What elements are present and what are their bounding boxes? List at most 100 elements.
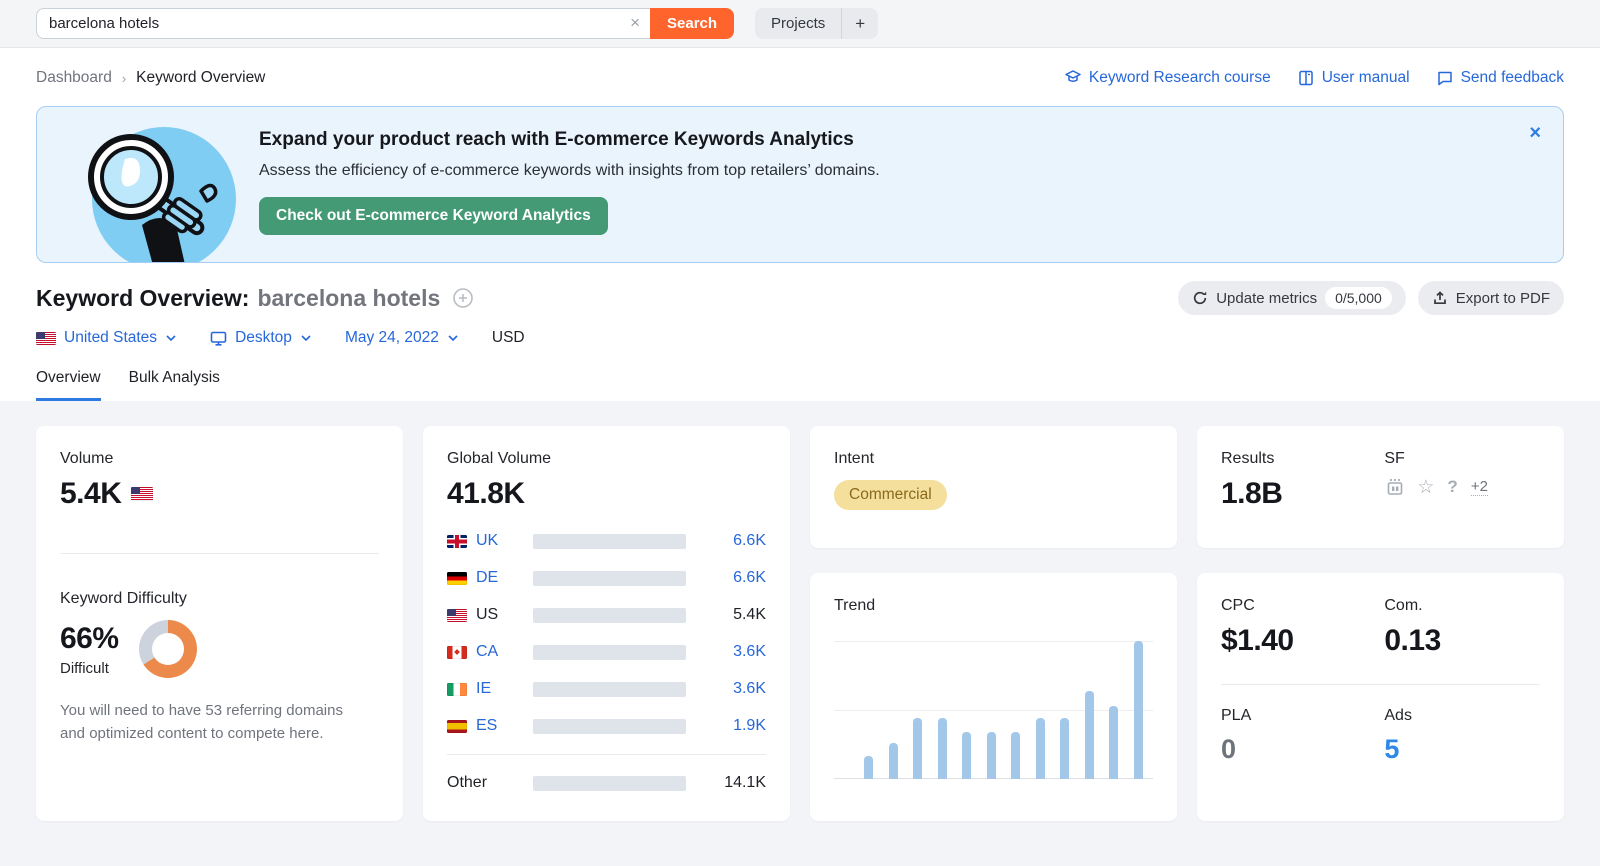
chevron-down-icon (166, 335, 176, 341)
button-label: Export to PDF (1455, 289, 1550, 307)
link-label: User manual (1321, 69, 1410, 86)
breadcrumb-current: Keyword Overview (136, 69, 266, 86)
keyword-overview-page: × Search Projects + Dashboard › Keyword … (0, 0, 1600, 866)
clear-search-icon[interactable]: × (630, 13, 640, 33)
global-volume-value: 41.8K (447, 477, 525, 510)
trend-card: Trend (810, 573, 1177, 821)
export-pdf-button[interactable]: Export to PDF (1417, 281, 1564, 315)
us-flag-icon (131, 487, 154, 501)
volume-bar (533, 718, 686, 734)
projects-control: Projects + (755, 8, 879, 39)
trend-bar (937, 718, 947, 779)
sf-more-link[interactable]: +2 (1470, 478, 1488, 496)
volume-bar (533, 644, 686, 660)
help-links: Keyword Research course User manual Send… (1064, 69, 1564, 87)
volume-bar (533, 607, 686, 623)
pla-label: PLA (1221, 707, 1252, 724)
country-label: Other (447, 774, 488, 791)
user-manual-link[interactable]: User manual (1297, 69, 1410, 87)
volume-bar (533, 533, 686, 549)
send-feedback-link[interactable]: Send feedback (1436, 69, 1564, 87)
trend-bar-chart (834, 641, 1153, 779)
de-flag-icon (447, 571, 467, 585)
global-volume-row-uk: UK 6.6K (447, 529, 766, 553)
volume-value: 5.4K (60, 477, 122, 510)
update-metrics-button[interactable]: Update metrics 0/5,000 (1178, 281, 1406, 315)
tabs: Overview Bulk Analysis (36, 369, 1564, 401)
trend-bar (1011, 732, 1021, 779)
country-filter[interactable]: United States (36, 329, 176, 347)
us-flag-icon (36, 331, 56, 345)
competition-label: Com. (1384, 597, 1423, 614)
breadcrumb: Dashboard › Keyword Overview (36, 69, 265, 87)
global-volume-row-de: DE 6.6K (447, 566, 766, 590)
keyword-research-course-link[interactable]: Keyword Research course (1064, 69, 1271, 87)
currency-label: USD (491, 329, 525, 346)
refresh-icon (1194, 291, 1207, 305)
ecommerce-promo-banner: Expand your product reach with E-commerc… (36, 106, 1564, 263)
filter-label: United States (64, 329, 158, 346)
volume-value[interactable]: 6.6K (686, 569, 766, 587)
add-project-button[interactable]: + (842, 8, 878, 39)
intent-badge[interactable]: Commercial (834, 480, 947, 510)
divider (447, 754, 766, 755)
volume-bar (533, 681, 686, 697)
page-title: Keyword Overview: (36, 284, 250, 311)
top-search-bar: × Search Projects + (0, 0, 1600, 48)
chevron-down-icon (301, 335, 311, 341)
date-filter[interactable]: May 24, 2022 (345, 329, 458, 347)
tab-overview[interactable]: Overview (36, 369, 101, 401)
ca-flag-icon (447, 645, 467, 659)
add-keyword-icon[interactable] (452, 287, 474, 309)
country-link[interactable]: IE (476, 680, 491, 698)
global-volume-card: Global Volume 41.8K UK 6.6K DE 6.6K US 5.4K CA… (423, 426, 790, 821)
desktop-icon (210, 331, 227, 346)
link-label: Send feedback (1460, 69, 1564, 86)
volume-value[interactable]: 3.6K (686, 680, 766, 698)
us-flag-icon (447, 608, 467, 622)
graduation-cap-icon (1065, 70, 1081, 82)
global-volume-label: Global Volume (447, 450, 552, 467)
volume-bar (533, 570, 686, 586)
carousel-icon (1388, 478, 1403, 495)
filter-label: Desktop (235, 329, 292, 346)
results-label: Results (1221, 450, 1275, 467)
banner-title: Expand your product reach with E-commerc… (259, 129, 854, 150)
keyword-difficulty-value: 66% (60, 621, 119, 655)
pla-value: 0 (1221, 734, 1236, 764)
trend-bar (913, 718, 923, 779)
trend-bar (1109, 705, 1119, 779)
uk-flag-icon (447, 534, 467, 548)
tab-bulk-analysis[interactable]: Bulk Analysis (129, 369, 220, 401)
cpc-value: $1.40 (1221, 624, 1294, 657)
cpc-label: CPC (1221, 597, 1255, 614)
trend-bar (986, 732, 996, 779)
banner-subtitle: Assess the efficiency of e-commerce keyw… (259, 162, 880, 179)
device-filter[interactable]: Desktop (210, 329, 311, 347)
projects-button[interactable]: Projects (755, 8, 841, 39)
country-link: US (476, 606, 499, 623)
country-link[interactable]: UK (476, 532, 498, 550)
country-link[interactable]: ES (476, 717, 497, 735)
trend-bar (1035, 718, 1045, 779)
volume-value[interactable]: 1.9K (686, 717, 766, 735)
results-value: 1.8B (1221, 477, 1283, 510)
chevron-down-icon (448, 335, 458, 341)
question-icon: ? (1447, 477, 1458, 496)
country-link[interactable]: DE (476, 569, 498, 587)
search-input[interactable] (36, 8, 650, 39)
global-volume-row-us: US 5.4K (447, 603, 766, 627)
country-link[interactable]: CA (476, 643, 498, 661)
volume-value[interactable]: 6.6K (686, 532, 766, 550)
ads-value[interactable]: 5 (1384, 734, 1540, 765)
breadcrumb-dashboard[interactable]: Dashboard (36, 69, 112, 87)
keyword-difficulty-note: You will need to have 53 referring domai… (60, 702, 343, 742)
banner-close-icon[interactable]: × (1529, 123, 1541, 143)
keyword-difficulty-caption: Difficult (60, 659, 109, 677)
volume-value[interactable]: 3.6K (686, 643, 766, 661)
divider (1221, 684, 1540, 685)
export-icon (1433, 291, 1446, 305)
trend-bar (1060, 718, 1070, 779)
search-button[interactable]: Search (650, 8, 735, 39)
banner-cta-button[interactable]: Check out E-commerce Keyword Analytics (259, 197, 608, 235)
